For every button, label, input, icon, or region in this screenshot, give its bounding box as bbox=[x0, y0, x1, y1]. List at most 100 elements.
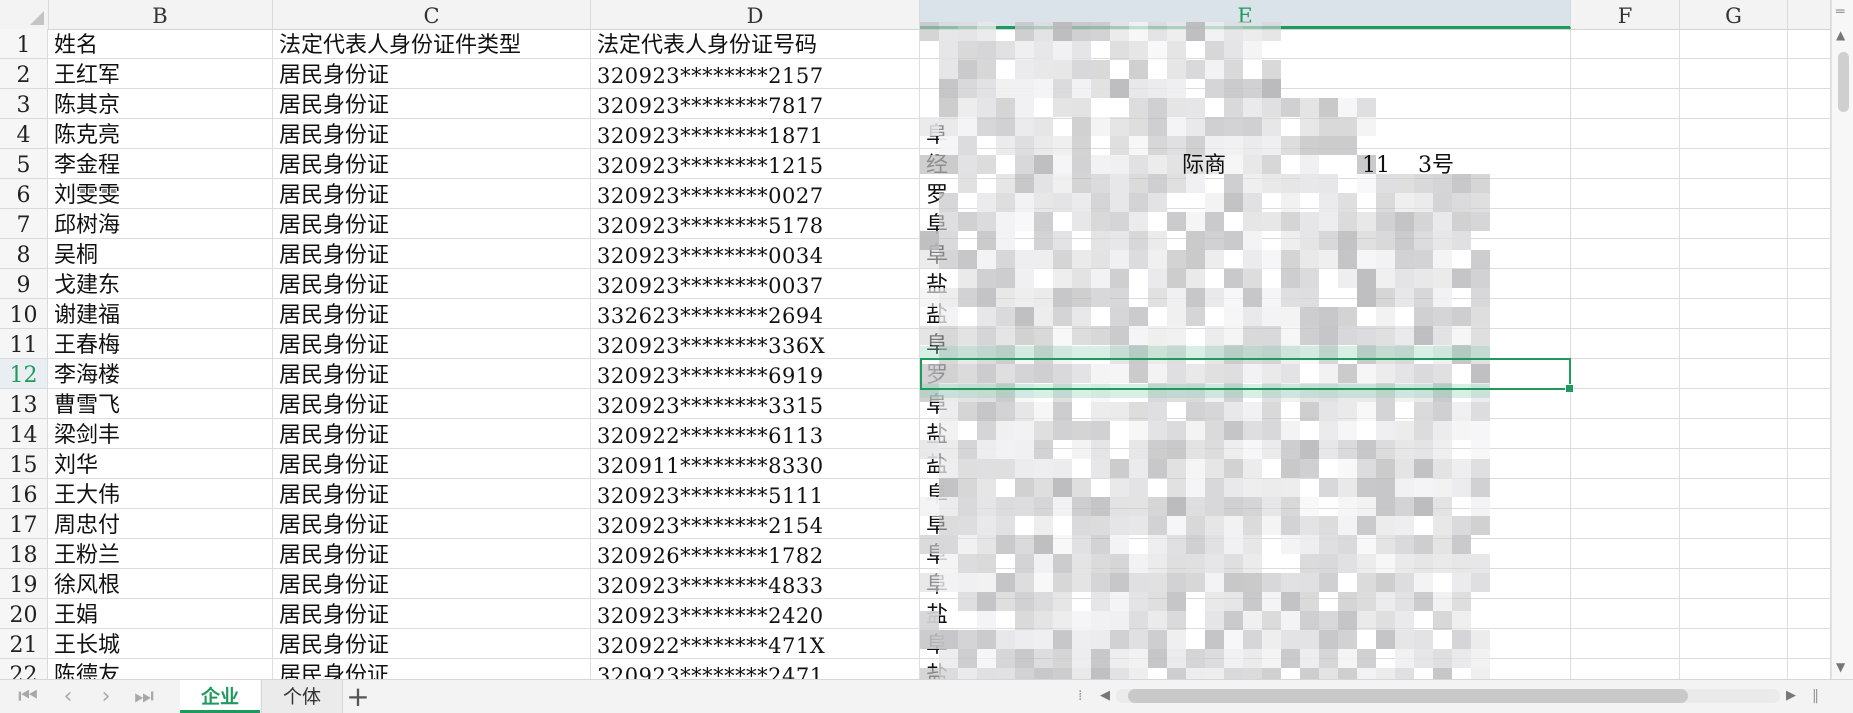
cell-id-type[interactable]: 居民身份证 bbox=[273, 179, 591, 209]
cell-id-number[interactable]: 320923********5111 bbox=[591, 479, 920, 509]
cell-id-type[interactable]: 居民身份证 bbox=[273, 389, 591, 419]
cell-name[interactable]: 徐风根 bbox=[48, 569, 273, 599]
last-sheet-icon[interactable]: ⏭ bbox=[130, 684, 158, 710]
row-header[interactable]: 14 bbox=[0, 419, 48, 449]
cell-h[interactable] bbox=[1788, 149, 1831, 179]
column-header-b[interactable]: B bbox=[48, 0, 273, 29]
tab-split-grip-icon[interactable]: ⁞ bbox=[1078, 688, 1082, 704]
column-header-c[interactable]: C bbox=[273, 0, 591, 29]
cell-h[interactable] bbox=[1788, 569, 1831, 599]
cell-f[interactable] bbox=[1571, 359, 1680, 389]
cell-h[interactable] bbox=[1788, 209, 1831, 239]
scroll-down-icon[interactable]: ▼ bbox=[1836, 660, 1845, 674]
cell-name[interactable]: 陈其京 bbox=[48, 89, 273, 119]
cell-id-number[interactable]: 320911********8330 bbox=[591, 449, 920, 479]
cell-id-type-header[interactable]: 法定代表人身份证件类型 bbox=[273, 29, 591, 59]
cell-f[interactable] bbox=[1571, 59, 1680, 89]
cell-f[interactable] bbox=[1571, 89, 1680, 119]
cell-g[interactable] bbox=[1680, 299, 1788, 329]
row-header[interactable]: 17 bbox=[0, 509, 48, 539]
cell-name-header[interactable]: 姓名 bbox=[48, 29, 273, 59]
cell-g[interactable] bbox=[1680, 389, 1788, 419]
cell-name[interactable]: 王春梅 bbox=[48, 329, 273, 359]
row-header[interactable]: 18 bbox=[0, 539, 48, 569]
cell-f[interactable] bbox=[1571, 209, 1680, 239]
row-header[interactable]: 21 bbox=[0, 629, 48, 659]
cell-g[interactable] bbox=[1680, 119, 1788, 149]
row-header[interactable]: 7 bbox=[0, 209, 48, 239]
column-header-d[interactable]: D bbox=[591, 0, 920, 29]
cell-id-number[interactable]: 320923********336X bbox=[591, 329, 920, 359]
horizontal-scroll-thumb[interactable] bbox=[1128, 689, 1688, 703]
cell-h[interactable] bbox=[1788, 629, 1831, 659]
prev-sheet-icon[interactable]: ‹ bbox=[54, 684, 82, 710]
cell-id-type[interactable]: 居民身份证 bbox=[273, 89, 591, 119]
cell-g[interactable] bbox=[1680, 479, 1788, 509]
row-header[interactable]: 1 bbox=[0, 29, 48, 59]
cell-name[interactable]: 梁剑丰 bbox=[48, 419, 273, 449]
cell-g[interactable] bbox=[1680, 419, 1788, 449]
cell-id-number[interactable]: 320923********0037 bbox=[591, 269, 920, 299]
cell-g[interactable] bbox=[1680, 599, 1788, 629]
cell-id-type[interactable]: 居民身份证 bbox=[273, 359, 591, 389]
cell-g[interactable] bbox=[1680, 449, 1788, 479]
cell-f[interactable] bbox=[1571, 239, 1680, 269]
cell-name[interactable]: 刘雯雯 bbox=[48, 179, 273, 209]
cell-h[interactable] bbox=[1788, 419, 1831, 449]
cell-id-number[interactable]: 320923********1871 bbox=[591, 119, 920, 149]
cell-id-number-header[interactable]: 法定代表人身份证号码 bbox=[591, 29, 920, 59]
cell-g[interactable] bbox=[1680, 239, 1788, 269]
cell-h[interactable] bbox=[1788, 299, 1831, 329]
row-header[interactable]: 15 bbox=[0, 449, 48, 479]
cell-h[interactable] bbox=[1788, 389, 1831, 419]
cell-h[interactable] bbox=[1788, 479, 1831, 509]
cell-id-type[interactable]: 居民身份证 bbox=[273, 329, 591, 359]
cell-id-number[interactable]: 320922********6113 bbox=[591, 419, 920, 449]
cell-name[interactable]: 邱树海 bbox=[48, 209, 273, 239]
cell-f[interactable] bbox=[1571, 449, 1680, 479]
cell-f[interactable] bbox=[1571, 299, 1680, 329]
row-header[interactable]: 9 bbox=[0, 269, 48, 299]
cell-name[interactable]: 李金程 bbox=[48, 149, 273, 179]
cell-id-type[interactable]: 居民身份证 bbox=[273, 479, 591, 509]
cell-h[interactable] bbox=[1788, 359, 1831, 389]
cell-id-type[interactable]: 居民身份证 bbox=[273, 299, 591, 329]
cell-h[interactable] bbox=[1788, 29, 1831, 59]
cell-id-number[interactable]: 320923********2157 bbox=[591, 59, 920, 89]
column-header-h[interactable] bbox=[1788, 0, 1831, 29]
scroll-left-icon[interactable]: ◀ bbox=[1100, 686, 1110, 706]
horizontal-scrollbar[interactable]: ◀ ▶ bbox=[1098, 686, 1798, 706]
cell-name[interactable]: 戈建东 bbox=[48, 269, 273, 299]
cell-f[interactable] bbox=[1571, 389, 1680, 419]
cell-g[interactable] bbox=[1680, 569, 1788, 599]
cell-name[interactable]: 王红军 bbox=[48, 59, 273, 89]
cell-h[interactable] bbox=[1788, 179, 1831, 209]
cell-f[interactable] bbox=[1571, 269, 1680, 299]
cell-g[interactable] bbox=[1680, 359, 1788, 389]
cell-h[interactable] bbox=[1788, 269, 1831, 299]
vertical-scroll-thumb[interactable] bbox=[1838, 52, 1849, 112]
cell-id-type[interactable]: 居民身份证 bbox=[273, 209, 591, 239]
cell-h[interactable] bbox=[1788, 599, 1831, 629]
cell-name[interactable]: 曹雪飞 bbox=[48, 389, 273, 419]
cell-f[interactable] bbox=[1571, 539, 1680, 569]
row-header[interactable]: 4 bbox=[0, 119, 48, 149]
cell-id-number[interactable]: 320923********6919 bbox=[591, 359, 920, 389]
cell-f[interactable] bbox=[1571, 149, 1680, 179]
cell-id-type[interactable]: 居民身份证 bbox=[273, 599, 591, 629]
cell-h[interactable] bbox=[1788, 449, 1831, 479]
cell-id-type[interactable]: 居民身份证 bbox=[273, 539, 591, 569]
row-header[interactable]: 13 bbox=[0, 389, 48, 419]
row-header[interactable]: 3 bbox=[0, 89, 48, 119]
scroll-up-icon[interactable]: ▲ bbox=[1836, 28, 1845, 42]
select-all-corner[interactable] bbox=[0, 0, 49, 29]
cell-f[interactable] bbox=[1571, 329, 1680, 359]
cell-id-number[interactable]: 320923********7817 bbox=[591, 89, 920, 119]
vertical-scrollbar[interactable]: ═ ▲ ▼ bbox=[1831, 0, 1853, 679]
row-header[interactable]: 5 bbox=[0, 149, 48, 179]
cell-h[interactable] bbox=[1788, 239, 1831, 269]
cell-name[interactable]: 谢建福 bbox=[48, 299, 273, 329]
cell-id-number[interactable]: 320923********0027 bbox=[591, 179, 920, 209]
cell-h[interactable] bbox=[1788, 59, 1831, 89]
cell-f[interactable] bbox=[1571, 479, 1680, 509]
